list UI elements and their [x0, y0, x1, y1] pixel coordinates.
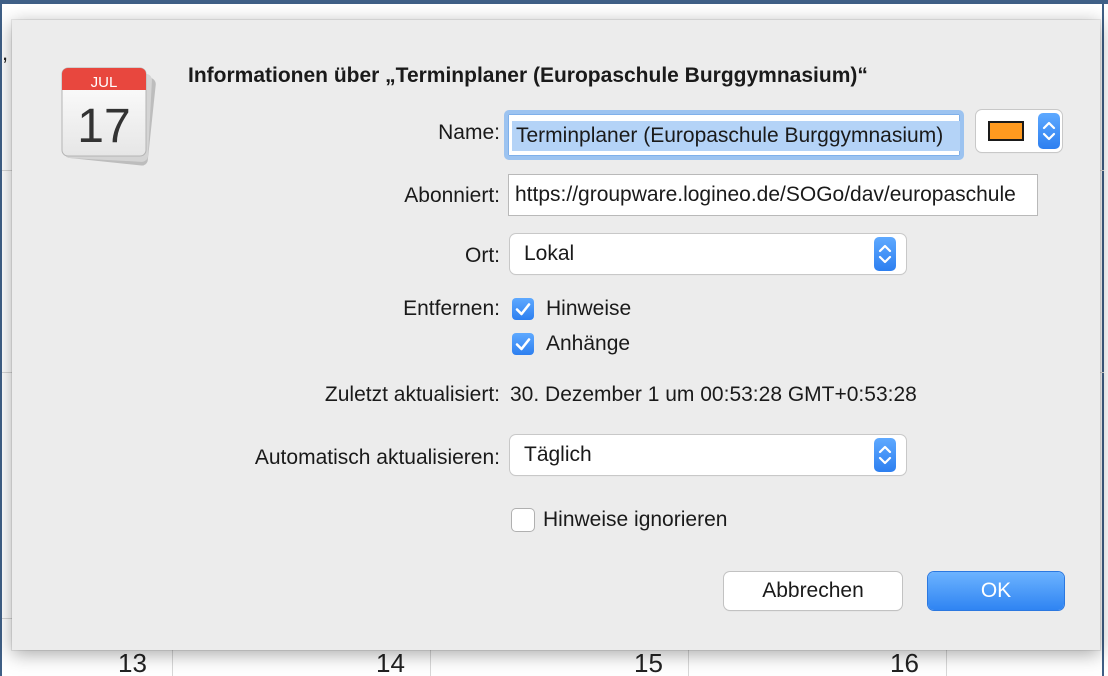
location-label: Ort:	[465, 244, 500, 267]
window-frame-top	[0, 0, 1108, 4]
calendar-day-number[interactable]: 13	[118, 648, 147, 676]
calendar-day-number[interactable]: 16	[890, 648, 919, 676]
calendar-day-number[interactable]: 14	[376, 648, 405, 676]
location-popup-value: Lokal	[524, 242, 575, 265]
grid-line	[688, 650, 689, 676]
background-glyph: ,	[2, 40, 9, 65]
grid-line	[2, 618, 12, 619]
last-updated-label: Zuletzt aktualisiert:	[324, 383, 500, 406]
grid-line	[2, 372, 12, 373]
auto-refresh-popup-arrows-icon	[874, 438, 896, 472]
color-swatch	[988, 121, 1024, 141]
subscribed-label: Abonniert:	[404, 184, 500, 207]
name-label: Name:	[438, 121, 500, 144]
color-popup-arrows-icon	[1038, 113, 1060, 149]
ignore-alerts-checkbox[interactable]	[512, 509, 534, 531]
cancel-button[interactable]: Abbrechen	[724, 572, 902, 610]
checkmark-icon	[515, 338, 531, 351]
remove-alerts-label[interactable]: Hinweise	[546, 297, 631, 321]
checkmark-icon	[515, 303, 531, 316]
grid-line	[1100, 372, 1104, 373]
remove-alerts-checkbox[interactable]	[512, 298, 534, 320]
calendar-app-icon: JUL 17	[61, 67, 156, 166]
last-updated-value: 30. Dezember 1 um 00:53:28 GMT+0:53:28	[510, 383, 917, 406]
auto-refresh-label: Automatisch aktualisieren:	[254, 446, 500, 469]
subscription-url-field[interactable]: https://groupware.logineo.de/SOGo/dav/eu…	[508, 174, 1038, 216]
location-popup[interactable]: Lokal	[510, 234, 906, 274]
dialog-title: Informationen über „Terminplaner (Europa…	[188, 64, 868, 87]
calendar-icon-month: JUL	[91, 74, 118, 91]
grid-line	[430, 650, 431, 676]
grid-line	[172, 650, 173, 676]
ok-button[interactable]: OK	[928, 572, 1064, 610]
window-frame-left	[0, 0, 2, 676]
name-field-selected-text: Terminplaner (Europaschule Burggymnasium…	[512, 121, 960, 151]
grid-line	[946, 650, 947, 676]
calendar-day-number[interactable]: 15	[634, 648, 663, 676]
name-field[interactable]: Terminplaner (Europaschule Burggymnasium…	[504, 110, 964, 160]
remove-attachments-label[interactable]: Anhänge	[546, 332, 630, 356]
calendar-icon-day: 17	[77, 100, 130, 153]
auto-refresh-popup-value: Täglich	[524, 443, 592, 466]
remove-label: Entfernen:	[403, 297, 500, 320]
ignore-alerts-label[interactable]: Hinweise ignorieren	[543, 508, 727, 532]
remove-attachments-checkbox[interactable]	[512, 333, 534, 355]
grid-line	[2, 170, 12, 171]
auto-refresh-popup[interactable]: Täglich	[510, 435, 906, 475]
location-popup-arrows-icon	[874, 237, 896, 271]
color-picker-popup[interactable]	[976, 110, 1062, 152]
window-frame-right	[1102, 0, 1104, 676]
calendar-info-dialog: JUL 17 Informationen über „Terminplaner …	[12, 20, 1100, 650]
grid-line	[1100, 170, 1104, 171]
